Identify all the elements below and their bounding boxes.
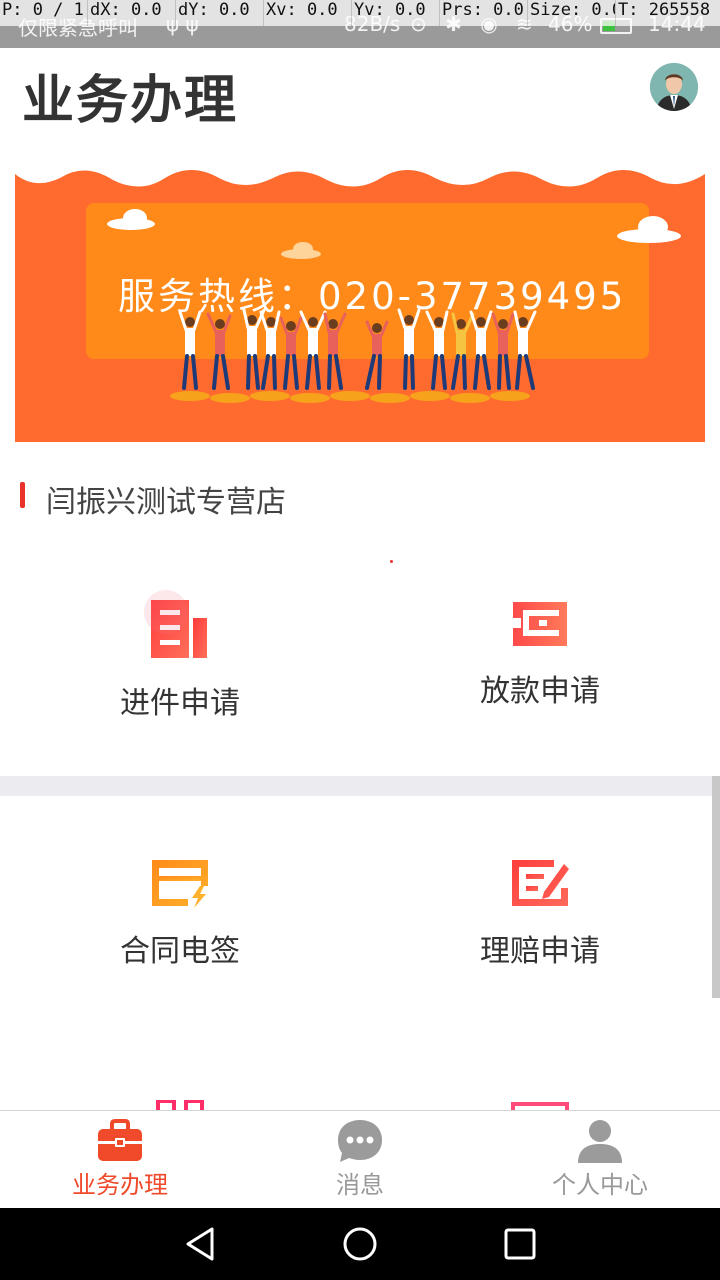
hotline-banner[interactable]: 服务热线：020-37739495	[15, 160, 705, 442]
overlay-p: P: 0 / 1	[0, 0, 88, 26]
shop-name: 闫振兴测试专营店	[46, 485, 286, 520]
nav-label-business: 业务办理	[72, 1171, 168, 1199]
user-avatar-icon	[650, 63, 698, 111]
nav-messages[interactable]: 消息	[240, 1111, 480, 1209]
overlay-dy: dY: 0.0	[176, 0, 264, 26]
person-icon	[578, 1120, 622, 1163]
recents-icon[interactable]	[500, 1224, 540, 1264]
home-icon[interactable]	[340, 1224, 380, 1264]
grid-label-contract: 合同电签	[120, 934, 240, 969]
overlay-dx: dX: 0.0	[88, 0, 176, 26]
back-icon[interactable]	[180, 1224, 220, 1264]
red-dot	[390, 560, 393, 563]
grid-label-claim: 理赔申请	[480, 934, 600, 969]
nav-business[interactable]: 业务办理	[0, 1111, 240, 1209]
claim-edit-icon	[512, 860, 569, 906]
pointer-location-overlay: P: 0 / 1 dX: 0.0 dY: 0.0 Xv: 0.0 Yv: 0.0…	[0, 0, 720, 26]
page-title: 业务办理	[22, 71, 239, 131]
grid-item-loan[interactable]: 放款申请	[360, 600, 720, 710]
grid-label-loan: 放款申请	[480, 674, 600, 709]
overlay-yv: Yv: 0.0	[352, 0, 440, 26]
overlay-t: T: 265558	[618, 0, 711, 20]
nav-label-profile: 个人中心	[552, 1171, 648, 1199]
grid-item-contract[interactable]: 合同电签	[0, 858, 360, 970]
partial-grid-icon	[156, 1100, 204, 1110]
grid-label-application: 进件申请	[120, 686, 240, 721]
touch-ripple	[144, 590, 188, 634]
briefcase-icon	[98, 1119, 142, 1161]
wallet-icon	[511, 602, 567, 646]
screen: 仅限紧急呼叫 ψ ψ 82B/s ⊙ ✱ ◉ ≋ 46% 14:44 P: 0 …	[0, 0, 720, 1280]
user-avatar[interactable]	[650, 63, 698, 111]
e-contract-icon	[152, 860, 208, 908]
shop-accent-bar	[20, 482, 25, 508]
system-nav-bar	[0, 1208, 720, 1280]
nav-profile[interactable]: 个人中心	[480, 1111, 720, 1209]
hotline-text: 服务热线：020-37739495	[118, 275, 627, 318]
nav-label-messages: 消息	[336, 1171, 384, 1199]
message-icon	[338, 1120, 382, 1162]
bottom-nav: 业务办理 消息 个人中心	[0, 1110, 720, 1208]
grid-item-claim[interactable]: 理赔申请	[360, 858, 720, 970]
partial-grid-icon	[511, 1102, 569, 1110]
overlay-prs: Prs: 0.0	[440, 0, 528, 26]
overlay-size: Size: 0.0	[528, 0, 616, 26]
section-divider	[0, 776, 720, 796]
overlay-xv: Xv: 0.0	[264, 0, 352, 26]
